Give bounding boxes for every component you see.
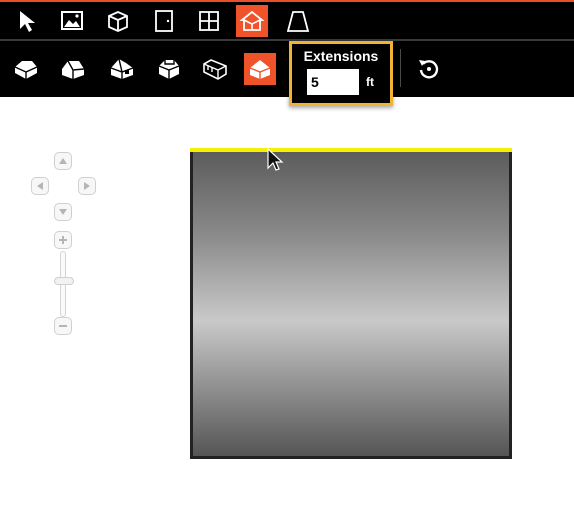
gable-roof-icon — [62, 60, 85, 79]
pan-right-button[interactable] — [78, 177, 96, 195]
zoom-out-button[interactable] — [54, 317, 72, 335]
roof-toolbar — [0, 41, 574, 97]
flat-parapet-roof-icon — [203, 59, 227, 80]
pointer-icon — [20, 11, 35, 32]
trapezoid-tool-button[interactable] — [282, 5, 314, 37]
reset-icon — [419, 60, 439, 79]
pointer-tool-button[interactable] — [12, 5, 44, 37]
roof-icon — [239, 10, 265, 31]
trapezoid-icon — [286, 11, 310, 32]
cube-icon — [108, 11, 128, 32]
extensions-unit: ft — [366, 75, 374, 89]
dutch-roof-button[interactable] — [153, 53, 185, 85]
box-tool-button[interactable] — [102, 5, 134, 37]
extensions-input[interactable] — [307, 69, 359, 95]
gable-roof-button[interactable] — [57, 53, 89, 85]
reset-button[interactable] — [413, 53, 445, 85]
selected-roof-edge[interactable] — [190, 148, 512, 152]
zoom-in-button[interactable] — [54, 231, 72, 249]
dutch-roof-icon — [158, 60, 180, 79]
extensions-label: Extensions — [303, 48, 379, 64]
gable-dormer-roof-icon — [110, 58, 134, 79]
zoom-slider-handle[interactable] — [54, 277, 74, 285]
gable-dormer-roof-button[interactable] — [106, 53, 138, 85]
roof-tool-button[interactable] — [236, 5, 268, 37]
roof-extension-button[interactable] — [244, 53, 276, 85]
window-icon — [199, 11, 219, 31]
pan-right-icon — [84, 182, 90, 190]
hip-roof-icon — [14, 61, 38, 79]
toolbar-separator — [400, 49, 401, 87]
main-toolbar — [0, 2, 574, 39]
hip-roof-button[interactable] — [10, 53, 42, 85]
roof-plane[interactable] — [190, 149, 512, 459]
image-icon — [61, 11, 83, 30]
pan-down-icon — [59, 209, 67, 215]
pan-up-button[interactable] — [54, 152, 72, 170]
flat-parapet-roof-button[interactable] — [199, 53, 231, 85]
image-tool-button[interactable] — [56, 5, 88, 37]
pan-down-button[interactable] — [54, 203, 72, 221]
pan-left-icon — [37, 182, 43, 190]
pan-left-button[interactable] — [31, 177, 49, 195]
door-tool-button[interactable] — [148, 5, 180, 37]
extensions-panel: Extensions ft — [289, 41, 393, 106]
zoom-in-icon — [59, 236, 67, 244]
roof-extension-icon — [249, 60, 271, 79]
pan-up-icon — [59, 158, 67, 164]
door-icon — [155, 10, 173, 32]
zoom-out-icon — [59, 325, 67, 327]
mouse-cursor-icon — [267, 148, 284, 171]
window-tool-button[interactable] — [193, 5, 225, 37]
